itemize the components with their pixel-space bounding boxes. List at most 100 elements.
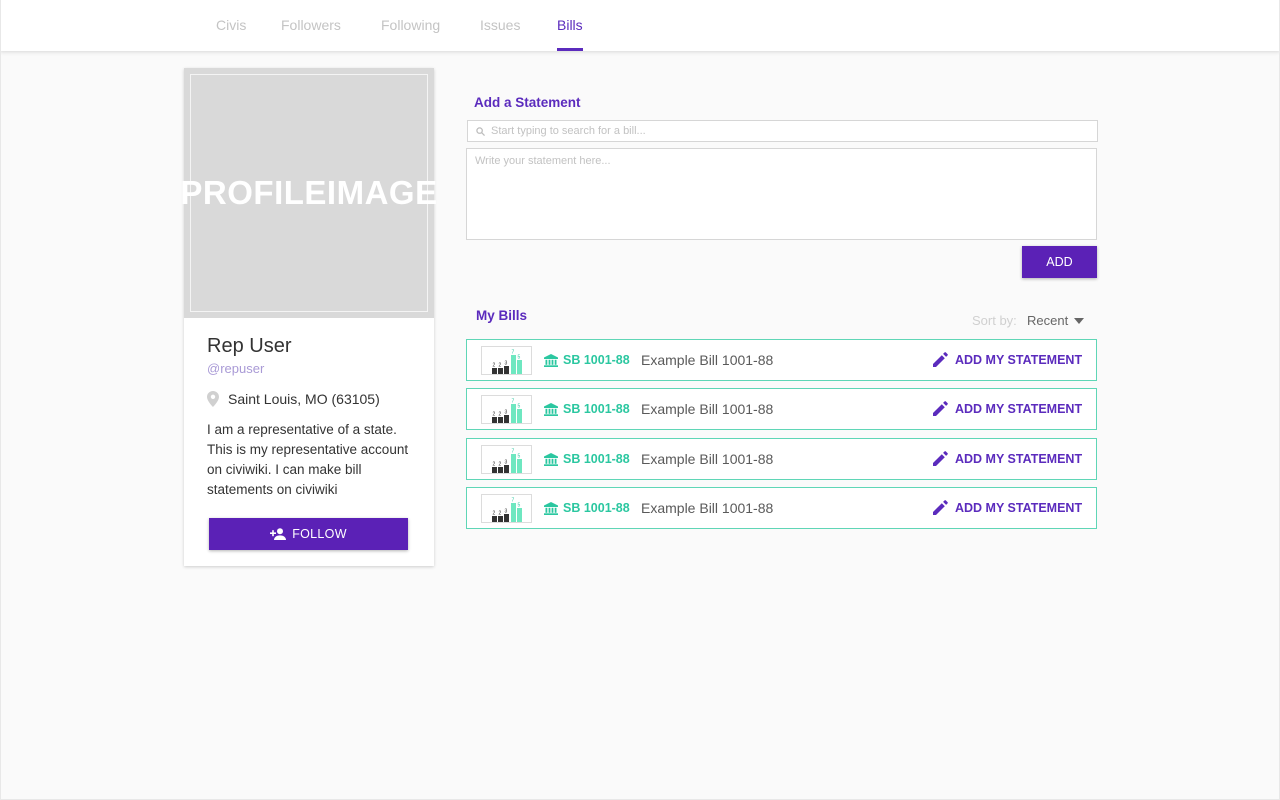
map-pin-icon <box>207 391 219 407</box>
thumb-label-2: 2 <box>499 462 502 468</box>
thumb-bar-1 <box>492 467 497 473</box>
thumb-bar-5 <box>517 459 522 473</box>
bill-title: Example Bill 1001-88 <box>641 500 774 516</box>
location-text: Saint Louis, MO (63105) <box>228 391 380 407</box>
thumb-bar-5 <box>517 409 522 423</box>
profile-location: Saint Louis, MO (63105) <box>207 391 380 407</box>
bill-title: Example Bill 1001-88 <box>641 451 774 467</box>
thumb-label-3: 3 <box>505 410 508 416</box>
thumb-label-3: 3 <box>505 460 508 466</box>
sort-value: Recent <box>1027 313 1069 328</box>
bill-code-text: SB 1001-88 <box>563 501 630 515</box>
add-my-statement-button[interactable]: ADD MY STATEMENT <box>933 451 1082 466</box>
add-my-statement-button[interactable]: ADD MY STATEMENT <box>933 401 1082 416</box>
bill-chart-svg: 2 2 3 7 5 <box>492 350 522 374</box>
bill-code[interactable]: SB 1001-88 <box>544 501 630 515</box>
profile-image: PROFILE IMAGE <box>180 74 437 312</box>
pencil-icon <box>933 451 948 466</box>
bill-chart-thumbnail: 2 2 3 7 5 <box>481 395 532 424</box>
sort-by-label: Sort by: <box>972 313 1017 328</box>
pencil-icon <box>933 500 948 515</box>
thumb-label-5: 5 <box>518 355 521 361</box>
capitol-building-icon <box>544 402 558 416</box>
my-bills-title: My Bills <box>476 308 528 323</box>
top-nav: Civis Followers Following Issues Bills <box>0 0 1280 51</box>
thumb-bar-3 <box>504 465 509 473</box>
thumb-label-5: 5 <box>518 404 521 410</box>
bill-chart-thumbnail: 2 2 3 7 5 <box>481 494 532 523</box>
bill-chart-svg: 2 2 3 7 5 <box>492 399 522 423</box>
add-my-statement-label: ADD MY STATEMENT <box>955 500 1083 515</box>
capitol-building-icon <box>544 452 558 466</box>
tab-issues[interactable]: Issues <box>480 17 520 51</box>
bill-title: Example Bill 1001-88 <box>641 352 774 368</box>
thumb-bar-1 <box>492 368 497 374</box>
add-my-statement-button[interactable]: ADD MY STATEMENT <box>933 352 1082 367</box>
search-icon <box>476 126 485 136</box>
thumb-label-2: 2 <box>499 363 502 369</box>
add-my-statement-label: ADD MY STATEMENT <box>955 352 1083 367</box>
bill-chart-svg: 2 2 3 7 5 <box>492 498 522 522</box>
thumb-label-1: 2 <box>493 412 496 418</box>
profile-image-frame: PROFILE IMAGE <box>180 68 437 318</box>
thumb-label-1: 2 <box>493 462 496 468</box>
tab-civis[interactable]: Civis <box>216 17 246 51</box>
thumb-label-5: 5 <box>518 503 521 509</box>
profile-name: Rep User <box>207 335 292 357</box>
bill-title: Example Bill 1001-88 <box>641 401 774 417</box>
thumb-bar-2 <box>498 516 503 522</box>
follow-label: FOLLOW <box>292 527 347 541</box>
tab-followers[interactable]: Followers <box>281 17 341 51</box>
bill-code[interactable]: SB 1001-88 <box>544 402 630 416</box>
bill-row-4[interactable]: 2 2 3 7 5 SB 1001-88 Example Bill 1001-8… <box>466 487 1097 529</box>
bill-search-input[interactable] <box>491 125 1097 137</box>
thumb-bar-2 <box>498 417 503 423</box>
statement-textarea[interactable] <box>466 148 1097 240</box>
tab-bills[interactable]: Bills <box>557 17 583 51</box>
thumb-label-4: 7 <box>512 350 515 356</box>
thumb-label-3: 3 <box>505 361 508 367</box>
thumb-bar-5 <box>517 508 522 522</box>
thumb-bar-4 <box>511 503 516 522</box>
thumb-label-4: 7 <box>512 498 515 504</box>
thumb-bar-2 <box>498 368 503 374</box>
thumb-bar-3 <box>504 415 509 423</box>
sort-select[interactable]: Recent <box>1027 313 1085 328</box>
thumb-label-4: 7 <box>512 449 515 455</box>
capitol-building-icon <box>544 501 558 515</box>
thumb-bar-4 <box>511 404 516 423</box>
bill-row-1[interactable]: 2 2 3 7 5 SB 1001-88 Example Bill 1001-8… <box>466 339 1097 381</box>
pencil-icon <box>933 352 948 367</box>
thumb-bar-5 <box>517 360 522 374</box>
follow-button[interactable]: FOLLOW <box>209 518 408 550</box>
person-add-icon <box>270 528 287 540</box>
thumb-label-5: 5 <box>518 454 521 460</box>
profile-card: PROFILE IMAGE Rep User @repuser Saint Lou… <box>180 68 437 566</box>
bill-search-box[interactable] <box>467 120 1098 142</box>
thumb-label-2: 2 <box>499 511 502 517</box>
add-button[interactable]: ADD <box>1022 246 1097 278</box>
thumb-label-4: 7 <box>512 399 515 405</box>
thumb-bar-3 <box>504 514 509 522</box>
tab-following[interactable]: Following <box>381 17 440 51</box>
bill-code[interactable]: SB 1001-88 <box>544 452 630 466</box>
bill-row-2[interactable]: 2 2 3 7 5 SB 1001-88 Example Bill 1001-8… <box>466 388 1097 430</box>
add-my-statement-label: ADD MY STATEMENT <box>955 401 1083 416</box>
thumb-label-1: 2 <box>493 363 496 369</box>
pencil-icon <box>933 401 948 416</box>
thumb-bar-2 <box>498 467 503 473</box>
thumb-label-2: 2 <box>499 412 502 418</box>
bill-row-3[interactable]: 2 2 3 7 5 SB 1001-88 Example Bill 1001-8… <box>466 438 1097 480</box>
bill-code-text: SB 1001-88 <box>563 452 630 466</box>
thumb-bar-1 <box>492 417 497 423</box>
thumb-bar-4 <box>511 355 516 374</box>
profile-bio: I am a representative of a state. This i… <box>207 422 409 497</box>
bill-chart-svg: 2 2 3 7 5 <box>492 449 522 473</box>
add-my-statement-label: ADD MY STATEMENT <box>955 451 1083 466</box>
thumb-bar-1 <box>492 516 497 522</box>
profile-handle[interactable]: @repuser <box>207 361 264 376</box>
thumb-bar-4 <box>511 454 516 473</box>
bill-code-text: SB 1001-88 <box>563 353 630 367</box>
bill-code[interactable]: SB 1001-88 <box>544 353 630 367</box>
add-my-statement-button[interactable]: ADD MY STATEMENT <box>933 500 1082 515</box>
